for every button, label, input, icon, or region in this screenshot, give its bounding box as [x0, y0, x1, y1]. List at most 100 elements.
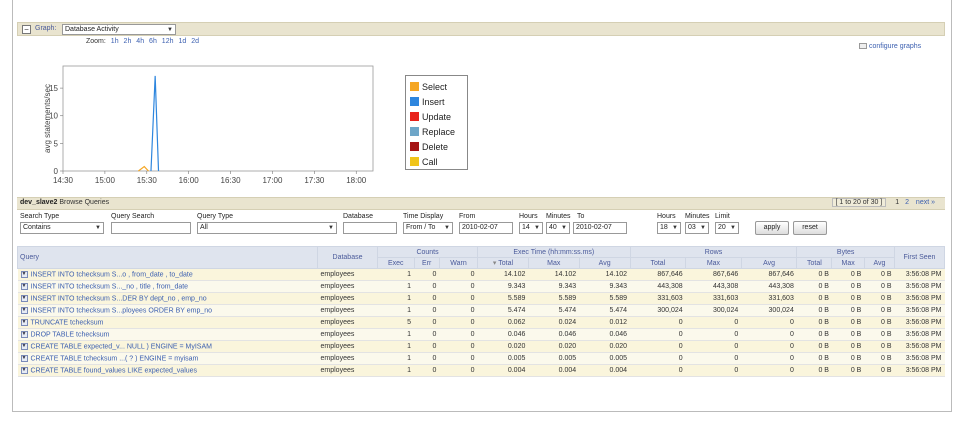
- col-err[interactable]: Err: [413, 257, 440, 269]
- col-warn[interactable]: Warn: [438, 257, 479, 269]
- expand-row-icon[interactable]: ▼: [20, 294, 28, 302]
- cell-bytes-avg: 0 B: [864, 292, 895, 305]
- query-text[interactable]: INSERT INTO tchecksum S..._no , title , …: [31, 283, 189, 290]
- minutes-to-select[interactable]: 03 ▼: [685, 222, 709, 234]
- chevron-down-icon: ▼: [534, 225, 540, 231]
- cell-rows-total: 0: [630, 352, 686, 365]
- from-date-value: 2010-02-07: [462, 224, 498, 231]
- query-text[interactable]: CREATE TABLE tchecksum ...( ? ) ENGINE =…: [31, 355, 199, 362]
- zoom-12h[interactable]: 12h: [162, 38, 174, 45]
- cell-exec: 1: [377, 328, 414, 341]
- cell-query[interactable]: ▼ CREATE TABLE found_values LIKE expected…: [17, 364, 318, 377]
- graph-type-select[interactable]: Database Activity ▼: [62, 24, 176, 35]
- expand-row-icon[interactable]: ▼: [20, 318, 28, 326]
- cell-rows-avg: 331,603: [741, 292, 797, 305]
- col-bytes-max[interactable]: Max: [831, 257, 865, 269]
- next-link[interactable]: next »: [916, 199, 935, 206]
- zoom-1d[interactable]: 1d: [178, 38, 186, 45]
- expand-row-icon[interactable]: ▼: [20, 306, 28, 314]
- limit-select[interactable]: 20 ▼: [715, 222, 739, 234]
- zoom-bar: Zoom: 1h 2h 4h 6h 12h 1d 2d: [86, 38, 199, 45]
- query-search-input[interactable]: [111, 222, 191, 234]
- query-text[interactable]: INSERT INTO tchecksum S...ployees ORDER …: [31, 307, 213, 314]
- col-bytes-avg[interactable]: Avg: [863, 257, 896, 269]
- legend-item: Replace: [410, 124, 463, 139]
- zoom-4h[interactable]: 4h: [136, 38, 144, 45]
- main-frame: − Graph: Database Activity ▼ Zoom: 1h 2h…: [12, 0, 952, 412]
- table-row: ▼ CREATE TABLE expected_v... NULL ) ENGIN…: [17, 340, 945, 353]
- cell-exec-avg: 0.005: [579, 352, 631, 365]
- cell-query[interactable]: ▼ INSERT INTO tchecksum S..._no , title ,…: [17, 280, 318, 293]
- page-1[interactable]: 1: [895, 199, 899, 206]
- database-input[interactable]: [343, 222, 397, 234]
- cell-err: 0: [414, 328, 440, 341]
- query-text[interactable]: CREATE TABLE found_values LIKE expected_…: [31, 367, 198, 374]
- cell-first-seen: 3:56:08 PM: [894, 328, 945, 341]
- y-tick-label: 0: [54, 167, 59, 176]
- col-rows-total[interactable]: Total: [629, 257, 687, 269]
- expand-row-icon[interactable]: ▼: [20, 354, 28, 362]
- hours-to-select[interactable]: 18 ▼: [657, 222, 681, 234]
- configure-graphs-link[interactable]: configure graphs: [859, 43, 921, 50]
- query-type-select[interactable]: All ▼: [197, 222, 337, 234]
- cell-err: 0: [414, 316, 440, 329]
- query-text[interactable]: INSERT INTO tchecksum S...DER BY dept_no…: [31, 295, 207, 302]
- cell-query[interactable]: ▼ CREATE TABLE expected_v... NULL ) ENGIN…: [17, 340, 318, 353]
- col-rows-max[interactable]: Max: [685, 257, 742, 269]
- cell-database: employees: [317, 364, 378, 377]
- col-exec-avg[interactable]: Avg: [578, 257, 631, 269]
- hours-from-select[interactable]: 14 ▼: [519, 222, 543, 234]
- table-row: ▼ DROP TABLE tchecksum employees 1 0 0 0.046 0.…: [17, 328, 945, 341]
- zoom-1h[interactable]: 1h: [111, 38, 119, 45]
- cell-query[interactable]: ▼ DROP TABLE tchecksum: [17, 328, 318, 341]
- col-database[interactable]: Database: [317, 246, 378, 269]
- query-text[interactable]: TRUNCATE tchecksum: [31, 319, 104, 326]
- expand-row-icon[interactable]: ▼: [20, 270, 28, 278]
- cell-query[interactable]: ▼ INSERT INTO tchecksum S...o , from_date…: [17, 268, 318, 281]
- time-display-select[interactable]: From / To ▼: [403, 222, 453, 234]
- zoom-2d[interactable]: 2d: [191, 38, 199, 45]
- filter-bar: Search Type Contains ▼ Query Search Query…: [17, 211, 945, 238]
- x-tick-label: 14:30: [53, 176, 74, 183]
- zoom-2h[interactable]: 2h: [124, 38, 132, 45]
- collapse-toggle-icon[interactable]: −: [22, 25, 31, 34]
- query-text[interactable]: INSERT INTO tchecksum S...o , from_date …: [31, 271, 193, 278]
- col-first-seen[interactable]: First Seen: [894, 246, 945, 269]
- cell-rows-total: 300,024: [630, 304, 686, 317]
- reset-button[interactable]: reset: [793, 221, 827, 235]
- cell-database: employees: [317, 292, 378, 305]
- cell-query[interactable]: ▼ INSERT INTO tchecksum S...ployees ORDER…: [17, 304, 318, 317]
- col-bytes-total[interactable]: Total: [796, 257, 833, 269]
- col-query[interactable]: Query: [17, 246, 318, 269]
- cell-warn: 0: [439, 268, 478, 281]
- col-exec[interactable]: Exec: [377, 257, 415, 269]
- zoom-6h[interactable]: 6h: [149, 38, 157, 45]
- apply-button[interactable]: apply: [755, 221, 789, 235]
- minutes-from-select[interactable]: 40 ▼: [546, 222, 570, 234]
- expand-row-icon[interactable]: ▼: [20, 282, 28, 290]
- chevron-down-icon: ▼: [328, 225, 334, 231]
- query-text[interactable]: DROP TABLE tchecksum: [31, 331, 110, 338]
- graph-type-value: Database Activity: [65, 26, 119, 33]
- col-exec-total[interactable]: ▾ Total: [477, 257, 529, 269]
- search-type-select[interactable]: Contains ▼: [20, 222, 104, 234]
- cell-query[interactable]: ▼ TRUNCATE tchecksum: [17, 316, 318, 329]
- cell-query[interactable]: ▼ CREATE TABLE tchecksum ...( ? ) ENGINE …: [17, 352, 318, 365]
- legend-swatch: [410, 142, 419, 151]
- expand-row-icon[interactable]: ▼: [20, 366, 28, 374]
- query-text[interactable]: CREATE TABLE expected_v... NULL ) ENGINE…: [31, 343, 212, 350]
- cell-query[interactable]: ▼ INSERT INTO tchecksum S...DER BY dept_n…: [17, 292, 318, 305]
- table-row: ▼ INSERT INTO tchecksum S...o , from_date…: [17, 268, 945, 281]
- expand-row-icon[interactable]: ▼: [20, 330, 28, 338]
- col-rows-avg[interactable]: Avg: [740, 257, 798, 269]
- cell-bytes-total: 0 B: [796, 304, 832, 317]
- from-date-input[interactable]: 2010-02-07: [459, 222, 513, 234]
- page-2-link[interactable]: 2: [905, 199, 909, 206]
- expand-row-icon[interactable]: ▼: [20, 342, 28, 350]
- col-exec-max[interactable]: Max: [527, 257, 580, 269]
- cell-first-seen: 3:56:08 PM: [894, 352, 945, 365]
- browse-header: dev_slave2 Browse Queries [ 1 to 20 of 3…: [17, 197, 945, 210]
- to-date-input[interactable]: 2010-02-07: [573, 222, 627, 234]
- cell-bytes-total: 0 B: [796, 328, 832, 341]
- x-tick-label: 17:00: [262, 176, 283, 183]
